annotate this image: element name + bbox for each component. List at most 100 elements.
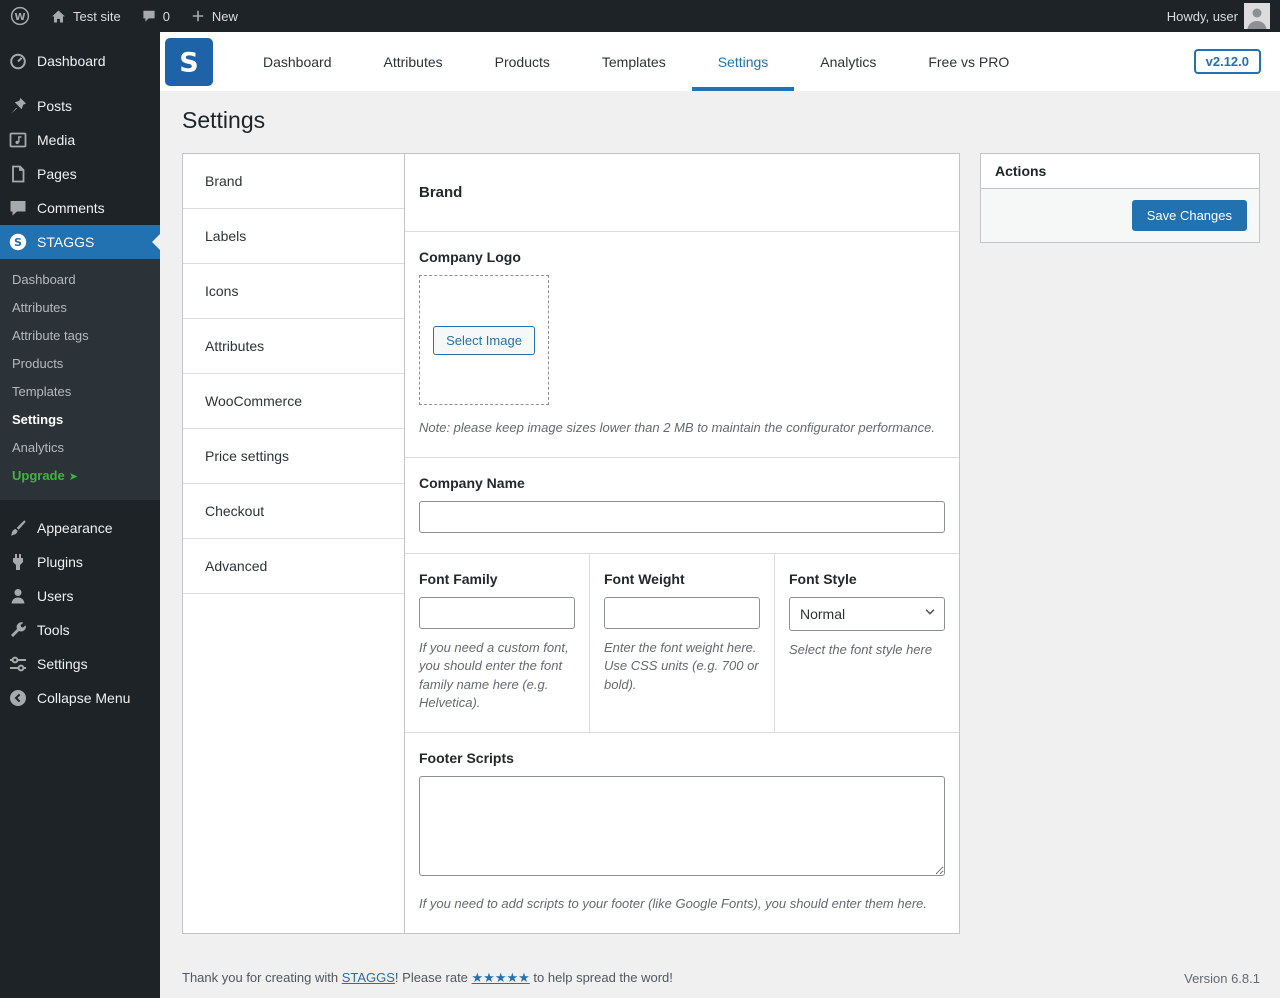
sidebar-label: STAGGS <box>37 234 94 250</box>
nav-tab-analytics[interactable]: Analytics <box>794 32 902 91</box>
comments-shortcut[interactable]: 0 <box>131 0 180 32</box>
dashboard-icon <box>8 51 28 71</box>
font-weight-input[interactable] <box>604 597 760 629</box>
menu-separator <box>0 78 160 89</box>
main-area: S Dashboard Attributes Products Template… <box>160 0 1280 998</box>
submenu-item-attributes[interactable]: Attributes <box>0 294 160 322</box>
sidebar-item-users[interactable]: Users <box>0 579 160 613</box>
submenu-item-products[interactable]: Products <box>0 350 160 378</box>
company-logo-label: Company Logo <box>419 249 945 265</box>
collapse-icon <box>8 688 28 708</box>
plugin-icon <box>8 552 28 572</box>
sidebar-item-staggs[interactable]: S STAGGS <box>0 225 160 259</box>
sidebar-item-settings[interactable]: Settings <box>0 647 160 681</box>
media-icon <box>8 130 28 150</box>
sidebar-item-media[interactable]: Media <box>0 123 160 157</box>
submenu-item-attribute-tags[interactable]: Attribute tags <box>0 322 160 350</box>
nav-tab-attributes[interactable]: Attributes <box>358 32 469 91</box>
font-weight-label: Font Weight <box>604 571 760 587</box>
submenu-item-templates[interactable]: Templates <box>0 378 160 406</box>
font-style-label: Font Style <box>789 571 945 587</box>
footer-thanks: Thank you for creating with STAGGS! Plea… <box>182 970 673 986</box>
footer-scripts-textarea[interactable] <box>419 776 945 876</box>
home-icon <box>50 8 67 25</box>
save-changes-button[interactable]: Save Changes <box>1132 200 1247 231</box>
tab-price-settings[interactable]: Price settings <box>183 429 404 484</box>
new-content-button[interactable]: New <box>180 0 248 32</box>
sidebar-item-dashboard[interactable]: Dashboard <box>0 44 160 78</box>
admin-bar: W Test site 0 New Howdy, user <box>0 0 1280 32</box>
font-family-label: Font Family <box>419 571 575 587</box>
wrench-icon <box>8 620 28 640</box>
howdy-account-menu[interactable]: Howdy, user <box>1157 0 1280 32</box>
staggs-link[interactable]: STAGGS <box>342 970 395 985</box>
footer-thanks-middle: ! Please rate <box>395 970 472 985</box>
sidebar-item-pages[interactable]: Pages <box>0 157 160 191</box>
submenu-item-upgrade[interactable]: Upgrade➤ <box>0 462 160 491</box>
footer-thanks-suffix: to help spread the word! <box>530 970 673 985</box>
nav-tab-dashboard[interactable]: Dashboard <box>237 32 358 91</box>
submenu-item-analytics[interactable]: Analytics <box>0 434 160 462</box>
sidebar-label: Plugins <box>37 554 83 570</box>
panel-heading: Brand <box>419 184 945 201</box>
tab-attributes[interactable]: Attributes <box>183 319 404 374</box>
logo-note: Note: please keep image sizes lower than… <box>419 419 945 437</box>
submenu-item-dashboard[interactable]: Dashboard <box>0 266 160 294</box>
avatar <box>1244 3 1270 29</box>
nav-tab-settings[interactable]: Settings <box>692 32 795 91</box>
footer-scripts-help: If you need to add scripts to your foote… <box>419 895 945 913</box>
wordpress-logo[interactable]: W <box>0 0 40 32</box>
font-style-column: Font Style Normal Select the font style … <box>774 554 959 732</box>
rating-stars-link[interactable]: ★★★★★ <box>472 970 530 985</box>
footer-scripts-section: Footer Scripts If you need to add script… <box>405 733 959 933</box>
sidebar-label: Appearance <box>37 520 113 536</box>
tab-woocommerce[interactable]: WooCommerce <box>183 374 404 429</box>
sidebar-label: Comments <box>37 200 105 216</box>
plugin-nav-items: Dashboard Attributes Products Templates … <box>237 32 1035 91</box>
comments-count: 0 <box>163 9 170 24</box>
admin-sidebar: Dashboard Posts Media Pages Comments S S… <box>0 32 160 998</box>
company-name-input[interactable] <box>419 501 945 533</box>
tab-checkout[interactable]: Checkout <box>183 484 404 539</box>
pages-icon <box>8 164 28 184</box>
tab-labels[interactable]: Labels <box>183 209 404 264</box>
font-weight-help: Enter the font weight here. Use CSS unit… <box>604 639 760 694</box>
plus-icon <box>190 8 206 24</box>
font-family-input[interactable] <box>419 597 575 629</box>
comment-bubble-icon <box>141 8 157 24</box>
sidebar-label: Users <box>37 588 74 604</box>
nav-tab-products[interactable]: Products <box>469 32 576 91</box>
submenu-item-settings[interactable]: Settings <box>0 406 160 434</box>
tab-brand[interactable]: Brand <box>183 154 404 209</box>
tab-advanced[interactable]: Advanced <box>183 539 404 594</box>
sidebar-item-posts[interactable]: Posts <box>0 89 160 123</box>
font-family-help: If you need a custom font, you should en… <box>419 639 575 712</box>
nav-tab-templates[interactable]: Templates <box>576 32 692 91</box>
site-name: Test site <box>73 9 121 24</box>
page-content: Settings Brand Labels Icons Attributes W… <box>160 91 1280 998</box>
sidebar-item-comments[interactable]: Comments <box>0 191 160 225</box>
sidebar-item-tools[interactable]: Tools <box>0 613 160 647</box>
sidebar-label: Dashboard <box>37 53 106 69</box>
wordpress-version: Version 6.8.1 <box>1184 971 1260 986</box>
upgrade-label: Upgrade <box>12 468 65 483</box>
version-badge: v2.12.0 <box>1194 49 1261 74</box>
svg-text:W: W <box>14 12 25 23</box>
wordpress-icon: W <box>10 6 30 26</box>
select-image-button[interactable]: Select Image <box>433 326 535 355</box>
svg-text:S: S <box>14 236 22 249</box>
font-style-select[interactable]: Normal <box>789 597 945 631</box>
sidebar-label: Tools <box>37 622 70 638</box>
sidebar-item-plugins[interactable]: Plugins <box>0 545 160 579</box>
collapse-menu-button[interactable]: Collapse Menu <box>0 681 160 715</box>
staggs-logo[interactable]: S <box>165 38 213 86</box>
tab-icons[interactable]: Icons <box>183 264 404 319</box>
actions-box: Actions Save Changes <box>980 153 1260 243</box>
site-name-link[interactable]: Test site <box>40 0 131 32</box>
nav-tab-free-vs-pro[interactable]: Free vs PRO <box>902 32 1035 91</box>
sidebar-item-appearance[interactable]: Appearance <box>0 511 160 545</box>
company-name-label: Company Name <box>419 475 945 491</box>
sliders-icon <box>8 654 28 674</box>
staggs-icon: S <box>8 232 28 252</box>
brush-icon <box>8 518 28 538</box>
